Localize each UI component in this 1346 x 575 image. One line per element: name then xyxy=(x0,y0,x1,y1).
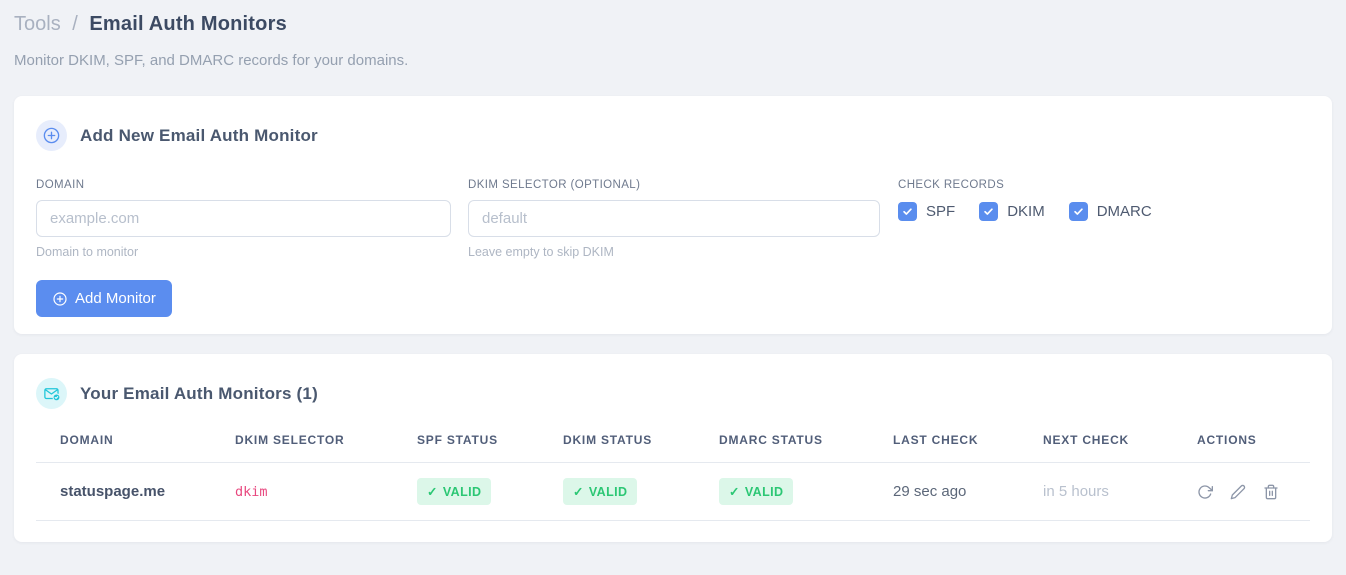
spf-checkbox[interactable]: SPF xyxy=(898,202,955,221)
plus-circle-icon xyxy=(36,120,67,151)
check-glyph: ✓ xyxy=(427,485,438,499)
dmarc-checkbox[interactable]: DMARC xyxy=(1068,202,1152,221)
column-header-dkim-selector: DKIM SELECTOR xyxy=(235,433,417,463)
delete-button[interactable] xyxy=(1263,484,1279,500)
domain-field-group: DOMAIN Domain to monitor xyxy=(36,179,451,259)
dkim-checkbox-label: DKIM xyxy=(1007,203,1045,220)
add-monitor-card-title: Add New Email Auth Monitor xyxy=(80,125,318,145)
page: Tools / Email Auth Monitors Monitor DKIM… xyxy=(0,0,1346,542)
checkbox-checked-icon xyxy=(898,202,917,221)
column-header-actions: ACTIONS xyxy=(1197,433,1310,463)
add-monitor-button-label: Add Monitor xyxy=(75,290,156,307)
dmarc-status-text: VALID xyxy=(744,484,784,499)
check-records-group: CHECK RECORDS SPF DKIM DMARC xyxy=(898,179,1152,221)
monitor-next-check: in 5 hours xyxy=(1043,462,1197,521)
column-header-dmarc-status: DMARC STATUS xyxy=(719,433,893,463)
monitor-last-check: 29 sec ago xyxy=(893,462,1043,521)
column-header-dkim-status: DKIM STATUS xyxy=(563,433,719,463)
dkim-status-badge: ✓ VALID xyxy=(563,478,638,505)
page-subtitle: Monitor DKIM, SPF, and DMARC records for… xyxy=(14,52,409,69)
checkbox-checked-icon xyxy=(1068,202,1088,221)
dkim-checkbox[interactable]: DKIM xyxy=(979,202,1045,221)
breadcrumb-tools-link[interactable]: Tools xyxy=(14,13,61,35)
edit-button[interactable] xyxy=(1230,484,1246,500)
spf-status-text: VALID xyxy=(442,484,482,499)
breadcrumb-separator: / xyxy=(72,13,78,35)
monitors-card-title: Your Email Auth Monitors (1) xyxy=(80,383,318,403)
spf-checkbox-label: SPF xyxy=(926,203,956,220)
add-monitor-form: DOMAIN Domain to monitor DKIM SELECTOR (… xyxy=(36,179,1310,259)
dkim-selector-input[interactable] xyxy=(468,200,880,237)
envelope-check-icon xyxy=(36,378,67,409)
check-records-options: SPF DKIM DMARC xyxy=(898,202,1152,221)
monitors-card: Your Email Auth Monitors (1) DOMAIN DKIM… xyxy=(14,354,1332,542)
add-monitor-card: Add New Email Auth Monitor DOMAIN Domain… xyxy=(14,96,1332,334)
dkim-status-text: VALID xyxy=(588,484,628,499)
dmarc-status-badge: ✓ VALID xyxy=(719,478,794,505)
table-header-row: DOMAIN DKIM SELECTOR SPF STATUS DKIM STA… xyxy=(36,433,1310,463)
table-row: statuspage.me dkim ✓ VALID ✓ VALID ✓ VAL… xyxy=(36,462,1310,521)
check-records-label: CHECK RECORDS xyxy=(898,179,1005,191)
dkim-selector-helper-text: Leave empty to skip DKIM xyxy=(468,245,614,259)
monitors-card-header: Your Email Auth Monitors (1) xyxy=(36,378,1310,409)
trash-icon xyxy=(1264,484,1279,500)
check-glyph: ✓ xyxy=(729,485,740,499)
dkim-selector-label: DKIM SELECTOR (OPTIONAL) xyxy=(468,179,641,191)
column-header-last-check: LAST CHECK xyxy=(893,433,1043,463)
dkim-selector-field-group: DKIM SELECTOR (OPTIONAL) Leave empty to … xyxy=(468,179,880,259)
domain-input[interactable] xyxy=(36,200,451,237)
check-glyph: ✓ xyxy=(573,485,584,499)
spf-status-badge: ✓ VALID xyxy=(417,478,492,505)
refresh-icon xyxy=(1198,485,1213,499)
plus-circle-icon xyxy=(52,291,68,307)
breadcrumb: Tools / Email Auth Monitors xyxy=(14,12,1332,36)
add-monitor-card-header: Add New Email Auth Monitor xyxy=(36,120,1310,151)
column-header-domain: DOMAIN xyxy=(36,433,235,463)
checkbox-checked-icon xyxy=(979,202,999,221)
monitor-dkim-selector: dkim xyxy=(235,462,417,521)
domain-helper-text: Domain to monitor xyxy=(36,245,139,259)
dmarc-checkbox-label: DMARC xyxy=(1096,203,1152,220)
monitors-table: DOMAIN DKIM SELECTOR SPF STATUS DKIM STA… xyxy=(36,433,1310,521)
monitor-domain: statuspage.me xyxy=(36,462,235,521)
pencil-icon xyxy=(1230,484,1246,500)
column-header-spf-status: SPF STATUS xyxy=(417,433,563,463)
add-monitor-button[interactable]: Add Monitor xyxy=(36,280,172,317)
domain-label: DOMAIN xyxy=(36,179,85,191)
page-title: Email Auth Monitors xyxy=(89,13,287,35)
refresh-button[interactable] xyxy=(1197,484,1213,500)
column-header-next-check: NEXT CHECK xyxy=(1043,433,1197,463)
